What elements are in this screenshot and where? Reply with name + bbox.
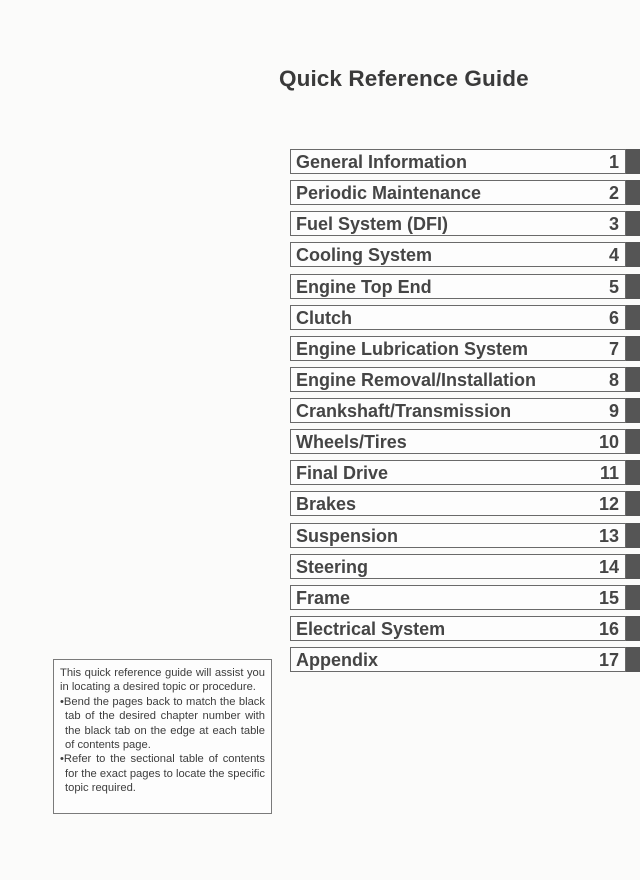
- chapter-label: Frame: [296, 587, 351, 608]
- chapter-row[interactable]: Electrical System 16: [290, 615, 640, 641]
- chapter-link[interactable]: Brakes 12: [290, 491, 626, 517]
- chapter-label: Appendix: [296, 650, 379, 670]
- black-tab-marker: [626, 522, 640, 548]
- chapter-row[interactable]: Cooling System 4: [290, 242, 640, 268]
- chapter-number: 9: [608, 401, 619, 421]
- chapter-label: Clutch: [296, 307, 352, 328]
- chapter-number: 12: [598, 494, 619, 515]
- chapter-label: Engine Removal/Installation: [296, 369, 537, 390]
- chapter-label: Suspension: [296, 525, 399, 546]
- chapter-row[interactable]: Engine Removal/Installation 8: [290, 366, 640, 392]
- chapter-link[interactable]: Cooling System 4: [290, 242, 626, 268]
- chapter-row[interactable]: Appendix 17: [290, 647, 640, 672]
- chapter-label: Cooling System: [296, 245, 433, 266]
- chapter-label: Wheels/Tires: [296, 432, 407, 453]
- chapter-link[interactable]: Engine Top End 5: [290, 273, 626, 299]
- chapter-number: 6: [608, 307, 619, 328]
- chapter-number: 14: [598, 556, 619, 577]
- chapter-row[interactable]: Brakes 12: [290, 491, 640, 517]
- black-tab-marker: [626, 273, 640, 299]
- chapter-row[interactable]: Clutch 6: [290, 304, 640, 330]
- black-tab-marker: [626, 647, 640, 672]
- black-tab-marker: [626, 149, 640, 174]
- chapter-number: 4: [608, 245, 619, 266]
- chapter-label: Periodic Maintenance: [296, 183, 482, 204]
- chapter-label: Engine Lubrication System: [296, 338, 529, 359]
- chapter-row[interactable]: Engine Lubrication System 7: [290, 335, 640, 361]
- note-bullet: •Refer to the sectional table of content…: [60, 753, 265, 795]
- chapter-link[interactable]: General Information 1: [290, 149, 626, 174]
- chapter-label: General Information: [296, 152, 468, 172]
- chapter-number: 7: [608, 338, 619, 359]
- chapter-label: Fuel System (DFI): [296, 214, 449, 235]
- chapter-number: 17: [598, 650, 619, 670]
- chapter-link[interactable]: Frame 15: [290, 584, 626, 610]
- chapter-number: 8: [608, 369, 619, 390]
- black-tab-marker: [626, 429, 640, 455]
- chapter-link[interactable]: Periodic Maintenance 2: [290, 180, 626, 206]
- chapter-label: Steering: [296, 556, 369, 577]
- chapter-number: 13: [598, 525, 619, 546]
- chapter-link[interactable]: Wheels/Tires 10: [290, 429, 626, 455]
- chapter-link[interactable]: Steering 14: [290, 553, 626, 579]
- black-tab-marker: [626, 398, 640, 423]
- chapter-row[interactable]: Final Drive 11: [290, 460, 640, 486]
- black-tab-marker: [626, 553, 640, 579]
- chapter-number: 3: [608, 214, 619, 235]
- chapter-label: Brakes: [296, 494, 357, 515]
- black-tab-marker: [626, 615, 640, 641]
- black-tab-marker: [626, 584, 640, 610]
- chapter-link[interactable]: Fuel System (DFI) 3: [290, 211, 626, 237]
- black-tab-marker: [626, 366, 640, 392]
- black-tab-marker: [626, 460, 640, 486]
- black-tab-marker: [626, 211, 640, 237]
- chapter-link[interactable]: Engine Lubrication System 7: [290, 335, 626, 361]
- chapter-number: 1: [608, 152, 619, 172]
- chapter-label: Electrical System: [296, 618, 446, 639]
- black-tab-marker: [626, 335, 640, 361]
- chapter-row[interactable]: Suspension 13: [290, 522, 640, 548]
- chapter-row[interactable]: Frame 15: [290, 584, 640, 610]
- chapter-link[interactable]: Clutch 6: [290, 304, 626, 330]
- chapter-link[interactable]: Electrical System 16: [290, 615, 626, 641]
- chapter-row[interactable]: Engine Top End 5: [290, 273, 640, 299]
- black-tab-marker: [626, 491, 640, 517]
- chapter-link[interactable]: Suspension 13: [290, 522, 626, 548]
- chapter-row[interactable]: Wheels/Tires 10: [290, 429, 640, 455]
- chapter-label: Engine Top End: [296, 276, 432, 297]
- chapter-number: 11: [599, 463, 619, 484]
- chapter-row[interactable]: General Information 1: [290, 149, 640, 174]
- usage-note-box: This quick reference guide will assist y…: [53, 659, 272, 814]
- chapter-label: Crankshaft/Transmission: [296, 401, 512, 421]
- chapter-row[interactable]: Steering 14: [290, 553, 640, 579]
- chapter-row[interactable]: Periodic Maintenance 2: [290, 180, 640, 206]
- chapter-row[interactable]: Fuel System (DFI) 3: [290, 211, 640, 237]
- black-tab-marker: [626, 242, 640, 268]
- chapter-link[interactable]: Final Drive 11: [290, 460, 626, 486]
- chapter-link[interactable]: Crankshaft/Transmission 9: [290, 398, 626, 423]
- black-tab-marker: [626, 180, 640, 206]
- chapter-label: Final Drive: [296, 463, 389, 484]
- chapter-link[interactable]: Engine Removal/Installation 8: [290, 366, 626, 392]
- chapter-row[interactable]: Crankshaft/Transmission 9: [290, 398, 640, 423]
- chapter-link[interactable]: Appendix 17: [290, 647, 626, 672]
- chapter-number: 5: [608, 276, 619, 297]
- note-intro: This quick reference guide will assist y…: [60, 667, 265, 694]
- black-tab-marker: [626, 304, 640, 330]
- chapter-number: 15: [598, 587, 619, 608]
- chapter-number: 16: [598, 618, 619, 639]
- chapter-number: 2: [608, 183, 619, 204]
- page-title: Quick Reference Guide: [279, 66, 529, 91]
- chapter-number: 10: [598, 432, 619, 453]
- note-bullet: •Bend the pages back to match the black …: [60, 695, 265, 752]
